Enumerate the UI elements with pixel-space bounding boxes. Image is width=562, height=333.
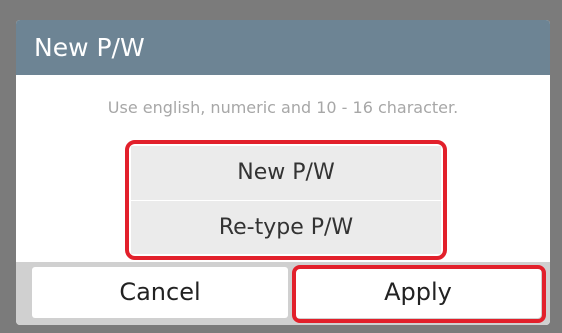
password-hint: Use english, numeric and 10 - 16 charact… (107, 98, 459, 117)
dialog-button-bar: Cancel Apply (16, 262, 550, 325)
new-password-field[interactable]: New P/W (131, 146, 441, 200)
dialog-title: New P/W (34, 33, 145, 62)
dialog-titlebar: New P/W (16, 20, 550, 75)
apply-button[interactable]: Apply (295, 267, 541, 318)
screen-backdrop: New P/W Use english, numeric and 10 - 16… (0, 0, 562, 333)
new-password-dialog: New P/W Use english, numeric and 10 - 16… (16, 20, 550, 325)
retype-password-field[interactable]: Re-type P/W (131, 201, 441, 254)
cancel-button[interactable]: Cancel (32, 267, 288, 318)
